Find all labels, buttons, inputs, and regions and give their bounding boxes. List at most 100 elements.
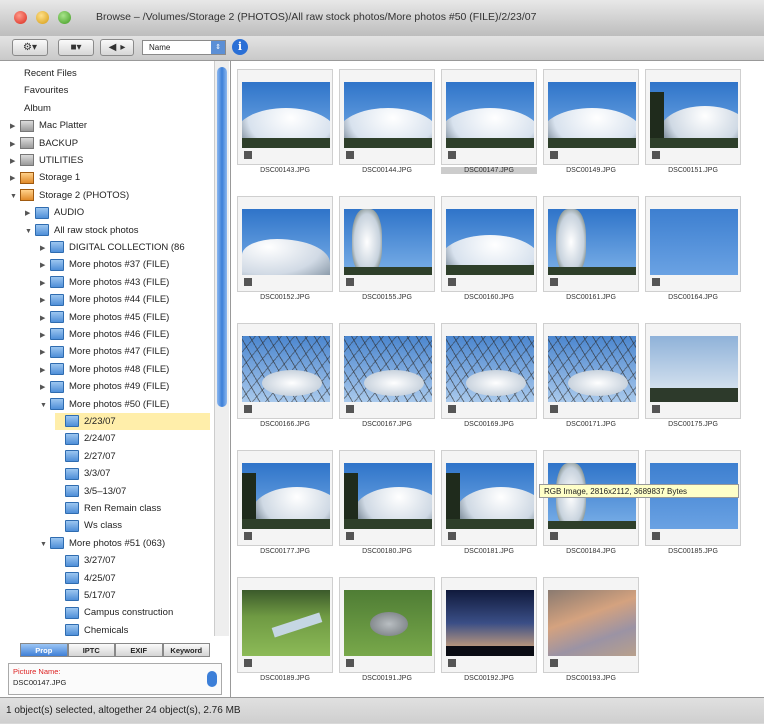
thumbnail-item[interactable]: DSC00189.JPG [237,577,333,685]
thumbnail-frame[interactable] [543,196,639,292]
tab-iptc[interactable]: IPTC [67,643,115,657]
tree-item[interactable]: ▶ More photos #46 (FILE) [40,326,210,343]
thumbnail-frame[interactable] [441,577,537,673]
disclosure-triangle-icon[interactable]: ▶ [40,362,50,379]
disclosure-triangle-icon[interactable]: ▶ [10,118,20,135]
photo-thumbnail[interactable] [548,590,636,656]
disclosure-triangle-icon[interactable]: ▶ [40,240,50,257]
disclosure-triangle-icon[interactable]: ▶ [25,205,35,222]
thumbnail-frame[interactable] [645,196,741,292]
thumbnail-frame[interactable] [339,69,435,165]
tree-item[interactable]: 4/25/07 [55,570,210,587]
thumbnail-frame[interactable] [543,323,639,419]
tree-item[interactable]: ▶ More photos #48 (FILE) [40,361,210,378]
back-forward-buttons[interactable]: ◀ ▸ [100,39,134,56]
thumbnail-item[interactable]: DSC00169.JPG [441,323,537,431]
disclosure-triangle-icon[interactable]: ▶ [40,327,50,344]
thumbnail-frame[interactable] [339,196,435,292]
tree-item[interactable]: Campus construction [55,604,210,621]
tree-item[interactable]: Recent Files [24,65,214,82]
thumbnail-item[interactable]: DSC00191.JPG [339,577,435,685]
props-scroll-button[interactable] [207,671,217,687]
thumbnail-item[interactable]: DSC00147.JPG [441,69,537,177]
thumbnail-frame[interactable] [237,450,333,546]
tree-item[interactable]: ▶ More photos #47 (FILE) [40,343,210,360]
tree-item[interactable]: ▶ More photos #49 (FILE) [40,378,210,395]
thumbnail-item[interactable]: DSC00192.JPG [441,577,537,685]
photo-thumbnail[interactable] [650,336,738,402]
disclosure-triangle-icon[interactable]: ▶ [40,379,50,396]
thumbnail-item[interactable]: DSC00193.JPG [543,577,639,685]
thumbnail-item[interactable]: DSC00184.JPG [543,450,639,558]
scroll-arrows[interactable] [214,636,228,642]
disclosure-triangle-icon[interactable]: ▼ [25,223,35,240]
back-arrow-icon[interactable]: ◀ [109,42,117,53]
thumbnail-frame[interactable] [339,577,435,673]
minimize-window-button[interactable] [36,11,49,24]
tree-item[interactable]: ▼ All raw stock photos [25,222,210,239]
tree-item[interactable]: 3/27/07 [55,552,210,569]
thumbnail-frame[interactable] [543,577,639,673]
disclosure-triangle-icon[interactable]: ▶ [40,310,50,327]
thumbnail-frame[interactable] [645,69,741,165]
thumbnail-item[interactable]: DSC00171.JPG [543,323,639,431]
thumbnail-frame[interactable] [237,577,333,673]
photo-thumbnail[interactable] [446,590,534,656]
tree-item[interactable]: 3/5–13/07 [55,483,210,500]
disclosure-triangle-icon[interactable]: ▶ [40,257,50,274]
photo-thumbnail[interactable] [548,336,636,402]
tree-item[interactable]: 2/24/07 [55,430,210,447]
thumbnail-frame[interactable] [543,69,639,165]
thumbnail-item[interactable]: DSC00149.JPG [543,69,639,177]
disclosure-triangle-icon[interactable]: ▼ [10,188,20,205]
tree-item[interactable]: Ren Remain class [55,500,210,517]
thumbnail-item[interactable]: DSC00167.JPG [339,323,435,431]
tab-prop[interactable]: Prop [20,643,68,657]
photo-thumbnail[interactable] [344,209,432,275]
photo-thumbnail[interactable] [548,82,636,148]
disclosure-triangle-icon[interactable]: ▼ [40,397,50,414]
tree-item[interactable]: ▼ More photos #50 (FILE) [40,396,210,413]
photo-thumbnail[interactable] [242,590,330,656]
disclosure-triangle-icon[interactable]: ▼ [40,536,50,553]
tree-item[interactable]: 3/3/07 [55,465,210,482]
tree-item[interactable]: ▶ More photos #44 (FILE) [40,291,210,308]
tree-item[interactable]: ▶ BACKUP [10,135,210,152]
thumbnail-item[interactable]: DSC00181.JPG [441,450,537,558]
sidebar-scrollbar[interactable] [214,61,229,636]
thumbnail-frame[interactable] [645,323,741,419]
disclosure-triangle-icon[interactable]: ▶ [40,344,50,361]
tree-item[interactable]: ▶ DIGITAL COLLECTION (86 [40,239,210,256]
scrollbar-thumb[interactable] [217,67,227,407]
thumbnail-item[interactable]: DSC00160.JPG [441,196,537,304]
tab-exif[interactable]: EXIF [115,643,163,657]
thumbnail-item[interactable]: DSC00177.JPG [237,450,333,558]
tree-item[interactable]: Favourites [24,82,214,99]
disclosure-triangle-icon[interactable]: ▶ [10,136,20,153]
photo-thumbnail[interactable] [344,336,432,402]
tree-item[interactable]: ▶ AUDIO [25,204,210,221]
thumbnail-item[interactable]: DSC00152.JPG [237,196,333,304]
thumbnail-item[interactable]: DSC00155.JPG [339,196,435,304]
tree-item[interactable]: ▶ More photos #43 (FILE) [40,274,210,291]
camera-menu-button[interactable]: ■▾ [58,39,94,56]
tab-keyword[interactable]: Keyword [162,643,210,657]
tree-item[interactable]: ▶ Mac Platter [10,117,210,134]
photo-thumbnail[interactable] [650,209,738,275]
photo-thumbnail[interactable] [242,82,330,148]
action-menu-button[interactable]: ⚙▾ [12,39,48,56]
close-window-button[interactable] [14,11,27,24]
tree-item[interactable]: Album [24,100,214,117]
photo-thumbnail[interactable] [242,336,330,402]
disclosure-triangle-icon[interactable]: ▶ [40,292,50,309]
tree-item[interactable]: ▼ Storage 2 (PHOTOS) [10,187,210,204]
disclosure-triangle-icon[interactable]: ▶ [10,153,20,170]
thumbnail-frame[interactable] [237,323,333,419]
photo-thumbnail[interactable] [548,209,636,275]
photo-thumbnail[interactable] [446,463,534,529]
photo-thumbnail[interactable] [650,82,738,148]
tree-item[interactable]: ▶ More photos #37 (FILE) [40,256,210,273]
thumbnail-frame[interactable] [339,323,435,419]
tree-item[interactable]: ▼ More photos #51 (063) [40,535,210,552]
thumbnail-frame[interactable] [237,69,333,165]
